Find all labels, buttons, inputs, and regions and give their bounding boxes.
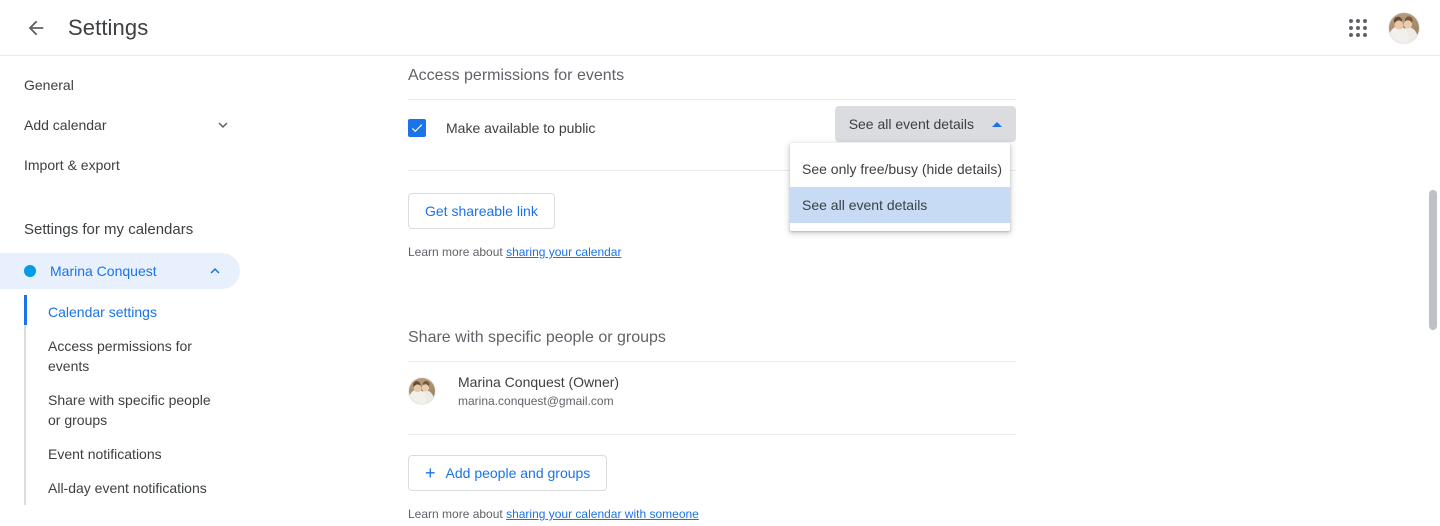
app-header: Settings [0, 0, 1440, 56]
sidebar-item-label: Add calendar [24, 117, 214, 133]
sidebar-item-event-notifications[interactable]: Event notifications [0, 437, 240, 471]
apps-dot [1356, 19, 1360, 23]
scrollbar-thumb[interactable] [1429, 190, 1437, 330]
sidebar: General Add calendar Import & export Set… [0, 57, 256, 526]
person-avatar [408, 377, 436, 405]
sidebar-section-title: Settings for my calendars [0, 209, 256, 249]
section-title-access-permissions: Access permissions for events [408, 57, 1016, 85]
main-content: Access permissions for events Make avail… [256, 57, 1440, 526]
sidebar-sub-label: All-day event notifications [48, 480, 207, 496]
learn-more-sharing-with-someone: Learn more about sharing your calendar w… [408, 507, 1016, 521]
sidebar-sub-label: Access permissions for events [48, 338, 192, 374]
make-public-checkbox[interactable] [408, 119, 426, 137]
page-title: Settings [68, 15, 148, 41]
person-name: Marina Conquest (Owner) [458, 372, 619, 392]
sidebar-item-label: Import & export [24, 157, 232, 173]
sidebar-item-import-export[interactable]: Import & export [0, 145, 256, 185]
learn-more-sharing-calendar: Learn more about sharing your calendar [408, 245, 1016, 259]
sidebar-item-all-day-event-notifications[interactable]: All-day event notifications [0, 471, 240, 505]
sidebar-item-marina-conquest[interactable]: Marina Conquest [0, 253, 240, 289]
sidebar-item-add-calendar[interactable]: Add calendar [0, 105, 256, 145]
dropdown-option-label: See all event details [802, 197, 927, 213]
add-people-label: Add people and groups [446, 465, 591, 481]
sharing-your-calendar-link[interactable]: sharing your calendar [506, 245, 621, 259]
arrow-left-icon [25, 17, 47, 39]
event-details-select[interactable]: See all event details [835, 106, 1016, 142]
event-details-dropdown-menu: See only free/busy (hide details) See al… [790, 143, 1010, 231]
section-title-share-with-people: Share with specific people or groups [408, 319, 1016, 347]
sidebar-item-calendar-settings[interactable]: Calendar settings [0, 295, 240, 329]
calendar-name-label: Marina Conquest [50, 263, 206, 279]
sidebar-sub-label: Event notifications [48, 446, 162, 462]
avatar[interactable] [1388, 12, 1420, 44]
event-details-select-value: See all event details [849, 116, 974, 132]
apps-dot [1349, 33, 1353, 37]
add-people-wrap: + Add people and groups [408, 455, 1016, 491]
divider [408, 434, 1016, 435]
back-button[interactable] [16, 8, 56, 48]
sidebar-sub-label: Calendar settings [48, 304, 157, 320]
calendar-color-dot-icon [24, 265, 36, 277]
person-avatar-photo [409, 378, 435, 404]
page-scrollbar[interactable] [1429, 57, 1437, 526]
apps-dot [1349, 26, 1353, 30]
sidebar-item-share-with-people[interactable]: Share with specific people or groups [0, 383, 240, 437]
dropdown-option-free-busy[interactable]: See only free/busy (hide details) [790, 151, 1010, 187]
caret-up-icon [992, 122, 1002, 127]
add-people-and-groups-button[interactable]: + Add people and groups [408, 455, 607, 491]
chevron-down-icon [214, 116, 232, 134]
learn-more-prefix: Learn more about [408, 245, 506, 259]
settings-panel: Access permissions for events Make avail… [408, 57, 1016, 521]
sidebar-sub-label: Share with specific people or groups [48, 392, 211, 428]
get-shareable-link-label: Get shareable link [425, 203, 538, 219]
apps-dot [1363, 33, 1367, 37]
sidebar-spacer [0, 185, 256, 209]
avatar-photo [1389, 13, 1419, 43]
check-icon [410, 121, 424, 135]
chevron-up-icon[interactable] [206, 262, 224, 280]
apps-dot [1356, 33, 1360, 37]
share-with-people-section: Share with specific people or groups Mar… [408, 319, 1016, 521]
apps-dot [1363, 26, 1367, 30]
person-info: Marina Conquest (Owner) marina.conquest@… [458, 372, 619, 410]
get-shareable-link-button[interactable]: Get shareable link [408, 193, 555, 229]
sidebar-sub-list: Calendar settings Access permissions for… [0, 289, 256, 505]
sharing-your-calendar-with-someone-link[interactable]: sharing your calendar with someone [506, 507, 699, 521]
make-public-label: Make available to public [446, 120, 595, 136]
apps-dot [1349, 19, 1353, 23]
plus-icon: + [425, 464, 436, 482]
header-actions [1338, 8, 1420, 48]
sidebar-item-label: General [24, 77, 232, 93]
apps-dot [1363, 19, 1367, 23]
dropdown-option-all-event-details[interactable]: See all event details [790, 187, 1010, 223]
shared-person-row[interactable]: Marina Conquest (Owner) marina.conquest@… [408, 362, 1016, 420]
sidebar-item-access-permissions[interactable]: Access permissions for events [0, 329, 240, 383]
person-email: marina.conquest@gmail.com [458, 392, 619, 410]
apps-grid-icon[interactable] [1338, 8, 1378, 48]
dropdown-option-label: See only free/busy (hide details) [802, 161, 1002, 177]
sidebar-item-general[interactable]: General [0, 65, 256, 105]
apps-dot [1356, 26, 1360, 30]
learn-more-prefix: Learn more about [408, 507, 506, 521]
